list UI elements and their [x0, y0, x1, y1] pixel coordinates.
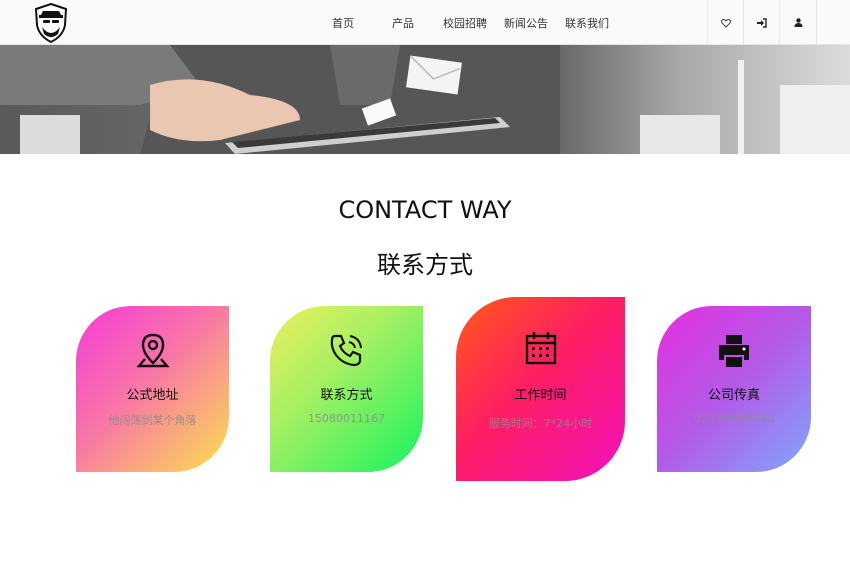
heart-icon [720, 18, 731, 28]
nav-icon-group [707, 0, 817, 45]
nav-news[interactable]: 新闻公告 [504, 15, 565, 31]
section-title-cn: 联系方式 [377, 251, 473, 279]
user-button[interactable] [779, 0, 817, 45]
contact-card-hours: 工作时间 服务时间：7*24小时 [456, 297, 625, 481]
map-pin-icon [135, 333, 170, 373]
card-value: 服务时间：7*24小时 [488, 417, 593, 430]
contact-card-address: 公式地址 他闯荡到某个角落 [76, 306, 229, 472]
top-navbar: 首页 产品 校园招聘 新闻公告 联系我们 [0, 0, 850, 45]
contact-card-fax: 公司传真 010-88888888 [657, 306, 811, 472]
nav-home[interactable]: 首页 [332, 15, 392, 31]
banner-image [0, 45, 850, 154]
contact-card-phone: 联系方式 15080011167 [270, 306, 423, 472]
card-label: 联系方式 [320, 388, 373, 403]
printer-icon [717, 333, 751, 373]
section-title-en: CONTACT WAY [338, 196, 512, 224]
hero-banner [0, 45, 850, 154]
main-menu: 首页 产品 校园招聘 新闻公告 联系我们 [320, 0, 625, 45]
card-value: 他闯荡到某个角落 [108, 414, 197, 427]
card-label: 公司传真 [707, 388, 760, 403]
nav-contact[interactable]: 联系我们 [565, 15, 625, 31]
nav-products[interactable]: 产品 [392, 15, 443, 31]
card-label: 工作时间 [514, 388, 567, 403]
phone-icon [329, 332, 365, 372]
card-value: 010-88888888 [693, 412, 775, 425]
logo-icon[interactable] [34, 2, 68, 44]
nav-campus-recruit[interactable]: 校园招聘 [443, 15, 504, 31]
calendar-icon [524, 330, 558, 370]
card-label: 公式地址 [126, 388, 179, 403]
sign-in-icon [756, 17, 767, 28]
favorite-button[interactable] [707, 0, 743, 45]
login-button[interactable] [743, 0, 779, 45]
user-icon [794, 18, 802, 27]
card-value: 15080011167 [308, 412, 385, 425]
